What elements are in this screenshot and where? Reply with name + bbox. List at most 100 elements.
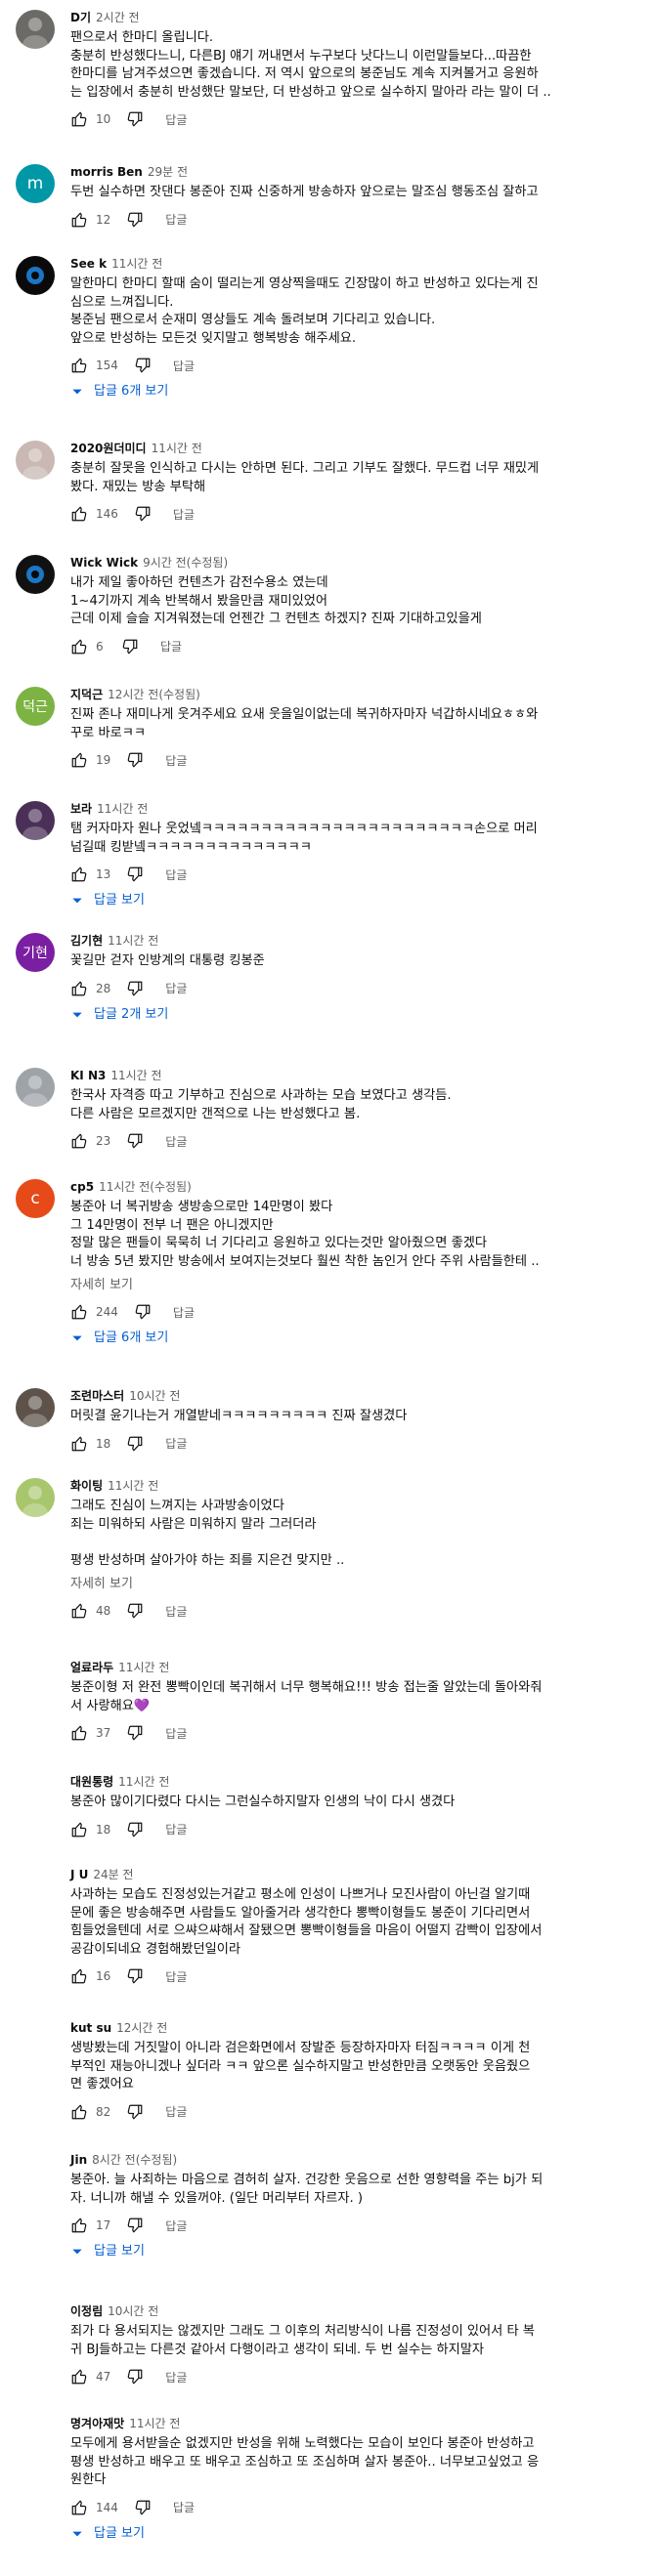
reply-button[interactable]: 답글 <box>165 2369 187 2386</box>
view-replies-button[interactable]: 답글 보기 <box>70 2243 647 2260</box>
comment-timestamp[interactable]: 12시간 전 <box>116 2021 167 2035</box>
comment-author[interactable]: See k <box>70 257 107 271</box>
avatar[interactable] <box>16 256 55 295</box>
thumb-down-icon[interactable] <box>126 2368 144 2386</box>
comment-timestamp[interactable]: 11시간 전(수정됨) <box>99 1180 192 1194</box>
avatar[interactable]: c <box>16 1179 55 1218</box>
view-replies-button[interactable]: 답글 보기 <box>70 2525 647 2543</box>
comment-author[interactable]: 이정림 <box>70 2304 103 2318</box>
thumb-up-icon[interactable] <box>70 1602 88 1620</box>
reply-button[interactable]: 답글 <box>165 1603 187 1620</box>
comment-author[interactable]: 지덕근 <box>70 688 103 701</box>
thumb-up-icon[interactable] <box>70 2368 88 2386</box>
thumb-up-icon[interactable] <box>70 505 88 523</box>
reply-button[interactable]: 답글 <box>165 2103 187 2120</box>
thumb-down-icon[interactable] <box>121 638 139 655</box>
thumb-up-icon[interactable] <box>70 866 88 883</box>
view-replies-button[interactable]: 답글 보기 <box>70 892 647 909</box>
thumb-down-icon[interactable] <box>126 1967 144 1985</box>
reply-button[interactable]: 답글 <box>165 980 187 996</box>
thumb-down-icon[interactable] <box>134 357 152 374</box>
comment-author[interactable]: 2020원더미디 <box>70 442 147 455</box>
comment-timestamp[interactable]: 11시간 전 <box>118 1775 169 1789</box>
avatar[interactable] <box>16 1388 55 1427</box>
comment-author[interactable]: 대원통령 <box>70 1775 113 1789</box>
thumb-down-icon[interactable] <box>126 1132 144 1150</box>
view-replies-button[interactable]: 답글 2개 보기 <box>70 1006 647 1024</box>
thumb-up-icon[interactable] <box>70 1821 88 1838</box>
reply-button[interactable]: 답글 <box>173 358 195 374</box>
avatar[interactable] <box>16 1478 55 1517</box>
avatar[interactable]: 기현 <box>16 933 55 972</box>
comment-timestamp[interactable]: 10시간 전 <box>108 2304 158 2318</box>
comment-author[interactable]: 명겨아재맛 <box>70 2417 124 2430</box>
reply-button[interactable]: 답글 <box>165 752 187 769</box>
view-replies-button[interactable]: 답글 6개 보기 <box>70 1330 647 1347</box>
thumb-down-icon[interactable] <box>126 1724 144 1742</box>
comment-timestamp[interactable]: 11시간 전 <box>111 257 162 271</box>
avatar[interactable] <box>16 10 55 49</box>
comment-timestamp[interactable]: 12시간 전(수정됨) <box>108 688 200 701</box>
comment-timestamp[interactable]: 2시간 전 <box>96 11 140 24</box>
comment-author[interactable]: 조련마스터 <box>70 1389 124 1403</box>
thumb-down-icon[interactable] <box>126 1821 144 1838</box>
thumb-down-icon[interactable] <box>134 2499 152 2516</box>
thumb-up-icon[interactable] <box>70 1435 88 1453</box>
thumb-up-icon[interactable] <box>70 1303 88 1321</box>
comment-author[interactable]: 김기현 <box>70 934 103 948</box>
comment-timestamp[interactable]: 11시간 전 <box>129 2417 180 2430</box>
thumb-down-icon[interactable] <box>126 1602 144 1620</box>
comment-timestamp[interactable]: 11시간 전 <box>108 1479 158 1493</box>
thumb-up-icon[interactable] <box>70 110 88 128</box>
reply-button[interactable]: 답글 <box>165 211 187 228</box>
view-replies-button[interactable]: 답글 6개 보기 <box>70 383 647 401</box>
comment-timestamp[interactable]: 8시간 전(수정됨) <box>92 2153 177 2167</box>
thumb-up-icon[interactable] <box>70 751 88 769</box>
thumb-up-icon[interactable] <box>70 638 88 655</box>
comment-timestamp[interactable]: 11시간 전 <box>97 802 148 816</box>
comment-author[interactable]: Jin <box>70 2153 87 2167</box>
thumb-down-icon[interactable] <box>126 1435 144 1453</box>
read-more-link[interactable]: 자세히 보기 <box>70 1277 647 1294</box>
thumb-down-icon[interactable] <box>126 2103 144 2121</box>
reply-button[interactable]: 답글 <box>173 506 195 523</box>
reply-button[interactable]: 답글 <box>165 2217 187 2234</box>
reply-button[interactable]: 답글 <box>165 1725 187 1742</box>
thumb-up-icon[interactable] <box>70 1724 88 1742</box>
reply-button[interactable]: 답글 <box>165 111 187 128</box>
reply-button[interactable]: 답글 <box>173 1304 195 1321</box>
thumb-down-icon[interactable] <box>134 1303 152 1321</box>
comment-timestamp[interactable]: 11시간 전 <box>152 442 202 455</box>
thumb-down-icon[interactable] <box>126 110 144 128</box>
thumb-up-icon[interactable] <box>70 2499 88 2516</box>
avatar[interactable] <box>16 441 55 480</box>
comment-author[interactable]: 보라 <box>70 802 92 816</box>
comment-author[interactable]: 얼료라두 <box>70 1661 113 1674</box>
avatar[interactable] <box>16 801 55 840</box>
comment-author[interactable]: J U <box>70 1868 88 1881</box>
comment-timestamp[interactable]: 11시간 전 <box>110 1069 161 1082</box>
reply-button[interactable]: 답글 <box>165 1821 187 1837</box>
comment-timestamp[interactable]: 9시간 전(수정됨) <box>143 556 228 570</box>
thumb-down-icon[interactable] <box>134 505 152 523</box>
comment-timestamp[interactable]: 29분 전 <box>148 165 188 179</box>
thumb-down-icon[interactable] <box>126 980 144 997</box>
thumb-down-icon[interactable] <box>126 751 144 769</box>
thumb-down-icon[interactable] <box>126 2217 144 2234</box>
reply-button[interactable]: 답글 <box>165 866 187 883</box>
thumb-up-icon[interactable] <box>70 1132 88 1150</box>
thumb-up-icon[interactable] <box>70 1967 88 1985</box>
comment-author[interactable]: morris Ben <box>70 165 143 179</box>
comment-timestamp[interactable]: 11시간 전 <box>108 934 158 948</box>
reply-button[interactable]: 답글 <box>165 1133 187 1150</box>
comment-author[interactable]: cp5 <box>70 1180 94 1194</box>
avatar[interactable] <box>16 1068 55 1107</box>
comment-author[interactable]: D기 <box>70 11 91 24</box>
reply-button[interactable]: 답글 <box>160 638 182 655</box>
thumb-up-icon[interactable] <box>70 357 88 374</box>
comment-author[interactable]: kut su <box>70 2021 111 2035</box>
comment-author[interactable]: Wick Wick <box>70 556 138 570</box>
avatar[interactable]: 덕근 <box>16 687 55 726</box>
comment-timestamp[interactable]: 10시간 전 <box>129 1389 180 1403</box>
thumb-up-icon[interactable] <box>70 980 88 997</box>
